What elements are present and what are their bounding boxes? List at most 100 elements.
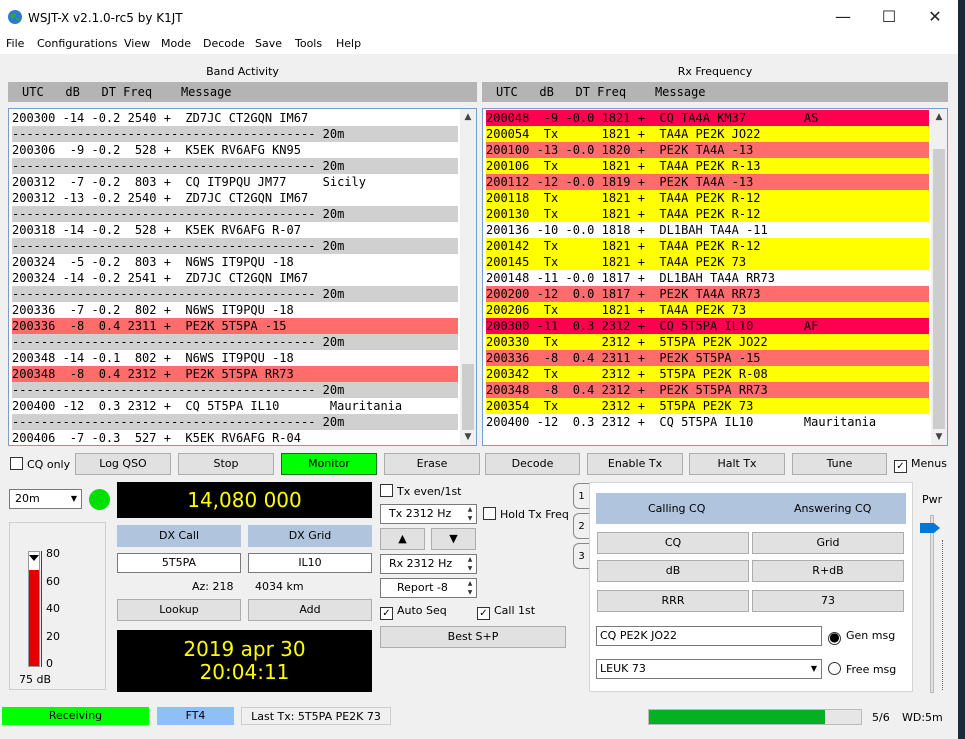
maximize-icon[interactable]: ☐ <box>866 0 912 34</box>
scroll-up-icon[interactable]: ▲ <box>931 109 947 125</box>
menu-configurations[interactable]: Configurations <box>37 37 117 50</box>
rx-frequency-decode-row[interactable]: 200400 -12 0.3 2312 + CQ 5T5PA IL10 Maur… <box>486 414 929 430</box>
band-activity-separator-row[interactable]: ----------------------------------------… <box>12 206 458 222</box>
band-activity-decode-row[interactable]: 200336 -7 -0.2 802 + N6WS IT9PQU -18 <box>12 302 458 318</box>
dx-grid-input[interactable]: IL10 <box>248 553 372 573</box>
tune-button[interactable]: Tune <box>792 453 887 475</box>
enable-tx-button[interactable]: Enable Tx <box>587 453 683 475</box>
rx-frequency-decode-row[interactable]: 200048 -9 -0.0 1821 + CQ TA4A KM37 AS <box>486 110 929 126</box>
db-button[interactable]: dB <box>597 560 749 582</box>
menu-tools[interactable]: Tools <box>295 37 322 50</box>
band-select[interactable]: 20m ▼ <box>9 489 82 509</box>
menu-decode[interactable]: Decode <box>203 37 245 50</box>
band-activity-decode-row[interactable]: 200324 -5 -0.2 803 + N6WS IT9PQU -18 <box>12 254 458 270</box>
rx-frequency-decode-row[interactable]: 200054 Tx 1821 + TA4A PE2K JO22 <box>486 126 929 142</box>
band-activity-separator-row[interactable]: ----------------------------------------… <box>12 158 458 174</box>
spin-arrows-icon[interactable]: ▲ ▼ <box>464 555 476 573</box>
lookup-button[interactable]: Lookup <box>117 599 241 621</box>
report-spinbox[interactable]: Report -8 ▲ ▼ <box>380 578 477 598</box>
band-activity-scrollbar[interactable]: ▲ ▼ <box>460 109 476 445</box>
scroll-thumb[interactable] <box>462 364 474 430</box>
band-activity-decode-row[interactable]: 200306 -9 -0.2 528 + K5EK RV6AFG KN95 <box>12 142 458 158</box>
band-activity-decode-row[interactable]: 200318 -14 -0.2 528 + K5EK RV6AFG R-07 <box>12 222 458 238</box>
tab-3[interactable]: 3 <box>573 543 590 569</box>
band-activity-decode-row[interactable]: 200406 -7 -0.3 527 + K5EK RV6AFG R-04 <box>12 430 458 445</box>
band-activity-decode-row[interactable]: 200400 -12 0.3 2312 + CQ 5T5PA IL10 Maur… <box>12 398 458 414</box>
pwr-slider-track[interactable] <box>930 515 934 693</box>
gen-msg-radio[interactable]: ● Gen msg <box>828 629 895 645</box>
menu-save[interactable]: Save <box>255 37 282 50</box>
band-activity-separator-row[interactable]: ----------------------------------------… <box>12 414 458 430</box>
minimize-icon[interactable]: — <box>820 0 866 34</box>
grid-button[interactable]: Grid <box>752 532 904 554</box>
rx-frequency-decode-row[interactable]: 200148 -11 -0.0 1817 + DL1BAH TA4A RR73 <box>486 270 929 286</box>
decode-button[interactable]: Decode <box>485 453 580 475</box>
rx-frequency-decode-row[interactable]: 200354 Tx 2312 + 5T5PA PE2K 73 <box>486 398 929 414</box>
band-activity-decode-row[interactable]: 200324 -14 -0.2 2541 + ZD7JC CT2GQN IM67 <box>12 270 458 286</box>
band-activity-separator-row[interactable]: ----------------------------------------… <box>12 286 458 302</box>
tx-freq-spinbox[interactable]: Tx 2312 Hz ▲ ▼ <box>380 504 477 524</box>
rx-frequency-decode-row[interactable]: 200106 Tx 1821 + TA4A PE2K R-13 <box>486 158 929 174</box>
tx-even-checkbox[interactable]: Tx even/1st <box>380 484 462 499</box>
log-qso-button[interactable]: Log QSO <box>75 453 171 475</box>
tx-to-rx-up-button[interactable]: ▲ <box>380 528 425 550</box>
rx-frequency-decode-row[interactable]: 200200 -12 0.0 1817 + PE2K TA4A RR73 <box>486 286 929 302</box>
add-button[interactable]: Add <box>248 599 372 621</box>
rx-frequency-decode-row[interactable]: 200112 -12 -0.0 1819 + PE2K TA4A -13 <box>486 174 929 190</box>
scroll-up-icon[interactable]: ▲ <box>460 109 476 125</box>
stop-button[interactable]: Stop <box>178 453 274 475</box>
menu-file[interactable]: File <box>6 37 24 50</box>
rx-frequency-decode-row[interactable]: 200348 -8 0.4 2312 + PE2K 5T5PA RR73 <box>486 382 929 398</box>
band-activity-separator-row[interactable]: ----------------------------------------… <box>12 126 458 142</box>
free-msg-combo[interactable]: LEUK 73 ▼ <box>596 659 822 679</box>
rx-frequency-decode-row[interactable]: 200136 -10 -0.0 1818 + DL1BAH TA4A -11 <box>486 222 929 238</box>
hold-tx-freq-checkbox[interactable]: Hold Tx Freq <box>483 507 569 522</box>
scroll-down-icon[interactable]: ▼ <box>460 429 476 445</box>
best-sp-button[interactable]: Best S+P <box>380 626 566 648</box>
halt-tx-button[interactable]: Halt Tx <box>689 453 785 475</box>
pwr-slider-handle[interactable] <box>920 523 940 533</box>
band-activity-decode-row[interactable]: 200336 -8 0.4 2311 + PE2K 5T5PA -15 <box>12 318 458 334</box>
tab-1[interactable]: 1 <box>573 483 590 509</box>
close-icon[interactable]: ✕ <box>912 0 958 34</box>
band-activity-decode-row[interactable]: 200348 -14 -0.1 802 + N6WS IT9PQU -18 <box>12 350 458 366</box>
menu-mode[interactable]: Mode <box>161 37 191 50</box>
band-activity-decode-row[interactable]: 200348 -8 0.4 2312 + PE2K 5T5PA RR73 <box>12 366 458 382</box>
rx-freq-spinbox[interactable]: Rx 2312 Hz ▲ ▼ <box>380 554 477 574</box>
dx-call-input[interactable]: 5T5PA <box>117 553 241 573</box>
band-activity-decode-row[interactable]: 200312 -7 -0.2 803 + CQ IT9PQU JM77 Sici… <box>12 174 458 190</box>
spin-arrows-icon[interactable]: ▲ ▼ <box>464 579 476 597</box>
gen-msg-input[interactable]: CQ PE2K JO22 <box>596 626 822 646</box>
band-activity-pane[interactable]: 200300 -14 -0.2 2540 + ZD7JC CT2GQN IM67… <box>8 108 477 446</box>
rx-frequency-decode-row[interactable]: 200342 Tx 2312 + 5T5PA PE2K R-08 <box>486 366 929 382</box>
menu-help[interactable]: Help <box>336 37 361 50</box>
call-1st-checkbox[interactable]: ✓ Call 1st <box>477 604 535 620</box>
band-activity-separator-row[interactable]: ----------------------------------------… <box>12 382 458 398</box>
erase-button[interactable]: Erase <box>384 453 480 475</box>
rx-to-tx-down-button[interactable]: ▼ <box>431 528 476 550</box>
rx-frequency-decode-row[interactable]: 200300 -11 0.3 2312 + CQ 5T5PA IL10 AF <box>486 318 929 334</box>
band-activity-decode-row[interactable]: 200312 -13 -0.2 2540 + ZD7JC CT2GQN IM67 <box>12 190 458 206</box>
rx-frequency-scrollbar[interactable]: ▲ ▼ <box>931 109 947 445</box>
cq-only-checkbox[interactable]: CQ only <box>10 457 70 472</box>
scroll-down-icon[interactable]: ▼ <box>931 429 947 445</box>
rx-frequency-decode-row[interactable]: 200336 -8 0.4 2311 + PE2K 5T5PA -15 <box>486 350 929 366</box>
rx-frequency-decode-row[interactable]: 200118 Tx 1821 + TA4A PE2K R-12 <box>486 190 929 206</box>
menu-view[interactable]: View <box>124 37 150 50</box>
free-msg-radio[interactable]: Free msg <box>828 662 896 677</box>
spin-arrows-icon[interactable]: ▲ ▼ <box>464 505 476 523</box>
seventy-three-button[interactable]: 73 <box>752 590 904 612</box>
rx-frequency-decode-row[interactable]: 200100 -13 -0.0 1820 + PE2K TA4A -13 <box>486 142 929 158</box>
band-activity-separator-row[interactable]: ----------------------------------------… <box>12 334 458 350</box>
menus-checkbox[interactable]: ✓ Menus <box>894 457 947 473</box>
auto-seq-checkbox[interactable]: ✓ Auto Seq <box>380 604 447 620</box>
monitor-button[interactable]: Monitor <box>281 453 377 475</box>
cq-button[interactable]: CQ <box>597 532 749 554</box>
rx-frequency-decode-row[interactable]: 200145 Tx 1821 + TA4A PE2K 73 <box>486 254 929 270</box>
tab-2[interactable]: 2 <box>573 513 590 539</box>
rx-frequency-decode-row[interactable]: 200206 Tx 1821 + TA4A PE2K 73 <box>486 302 929 318</box>
rx-frequency-pane[interactable]: 200048 -9 -0.0 1821 + CQ TA4A KM37 AS 200… <box>482 108 948 446</box>
r-db-button[interactable]: R+dB <box>752 560 904 582</box>
rx-frequency-decode-row[interactable]: 200330 Tx 2312 + 5T5PA PE2K JO22 <box>486 334 929 350</box>
rx-frequency-decode-row[interactable]: 200130 Tx 1821 + TA4A PE2K R-12 <box>486 206 929 222</box>
